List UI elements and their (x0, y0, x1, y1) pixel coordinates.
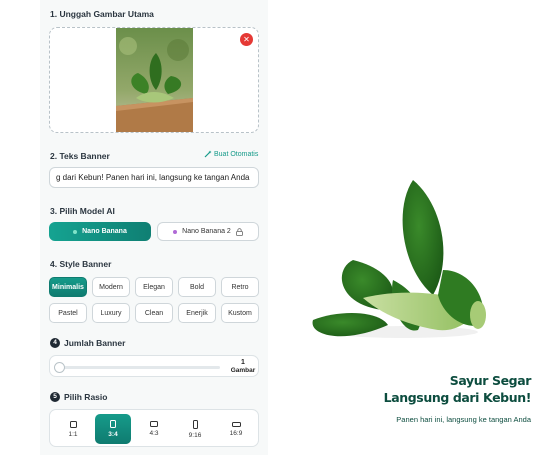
model-label: Nano Banana 2 (182, 228, 231, 235)
banner-subtext: Panen hari ini, langsung ke tangan Anda (396, 415, 531, 424)
banner-text-input[interactable] (49, 167, 259, 188)
style-option-luxury[interactable]: Luxury (92, 303, 130, 323)
ai-model-section-title: 3. Pilih Model AI (50, 206, 115, 216)
wide-ratio-icon (231, 421, 241, 427)
ratio-label: 3:4 (108, 431, 118, 438)
style-option-clean[interactable]: Clean (135, 303, 173, 323)
ratio-option-1-1[interactable]: 1:1 (55, 414, 91, 444)
ratio-option-16-9[interactable]: 16:9 (218, 414, 254, 444)
remove-image-button[interactable]: ✕ (240, 33, 253, 46)
lock-icon (235, 227, 243, 236)
slider-handle[interactable] (54, 362, 65, 373)
model-dot-icon (73, 229, 78, 234)
style-option-kustom[interactable]: Kustom (221, 303, 259, 323)
banner-text-section-title: 2. Teks Banner (50, 151, 110, 161)
ratio-option-9-16[interactable]: 9:16 (177, 414, 213, 444)
model-label: Nano Banana (82, 228, 127, 235)
uploaded-image-thumbnail (116, 28, 193, 132)
upload-section-title: 1. Unggah Gambar Utama (50, 9, 154, 19)
banner-headline-line1: Sayur Segar (449, 373, 532, 388)
banner-count-section-title: Jumlah Banner (64, 338, 126, 348)
style-option-minimalis[interactable]: Minimalis (49, 277, 87, 297)
step-number-badge: 5 (50, 392, 60, 402)
style-option-bold[interactable]: Bold (178, 277, 216, 297)
square-ratio-icon (69, 420, 77, 428)
model-dot-icon (173, 229, 178, 234)
ratio-label: 1:1 (68, 430, 78, 438)
style-option-retro[interactable]: Retro (221, 277, 259, 297)
banner-count-unit: Gambar (230, 367, 256, 374)
upload-dropzone[interactable]: ✕ (49, 27, 259, 133)
close-icon: ✕ (243, 35, 250, 44)
ratio-selector: 1:1 3:4 4:3 9:16 16:9 (49, 409, 259, 447)
ratio-option-3-4[interactable]: 3:4 (95, 414, 131, 444)
style-option-pastel[interactable]: Pastel (49, 303, 87, 323)
model-option-nano-banana[interactable]: Nano Banana (49, 222, 151, 241)
step-number-badge: 4 (50, 338, 60, 348)
auto-generate-link[interactable]: Buat Otomatis (204, 150, 258, 158)
style-option-elegan[interactable]: Elegan (135, 277, 173, 297)
style-option-modern[interactable]: Modern (92, 277, 130, 297)
banner-preview: Sayur Segar Langsung dari Kebun! Panen h… (293, 120, 553, 455)
magic-wand-icon (204, 150, 212, 158)
tall-ratio-icon (192, 419, 198, 429)
ratio-label: 4:3 (149, 430, 159, 437)
banner-headline-line2: Langsung dari Kebun! (383, 390, 532, 405)
landscape-ratio-icon (150, 421, 158, 427)
style-option-enerjik[interactable]: Enerjik (178, 303, 216, 323)
ratio-label: 16:9 (229, 429, 243, 437)
ratio-option-4-3[interactable]: 4:3 (136, 414, 172, 444)
banner-count-control: 1 Gambar (49, 355, 259, 377)
style-section-title: 4. Style Banner (50, 259, 112, 269)
ratio-section-title: Pilih Rasio (64, 392, 108, 402)
model-option-nano-banana-2[interactable]: Nano Banana 2 (157, 222, 259, 241)
slider-track[interactable] (56, 366, 220, 369)
banner-count-value: 1 (241, 359, 245, 366)
portrait-ratio-icon (110, 420, 116, 428)
ratio-label: 9:16 (188, 431, 202, 439)
banner-count-display: 1 Gambar (230, 359, 256, 375)
auto-generate-label: Buat Otomatis (214, 150, 259, 158)
